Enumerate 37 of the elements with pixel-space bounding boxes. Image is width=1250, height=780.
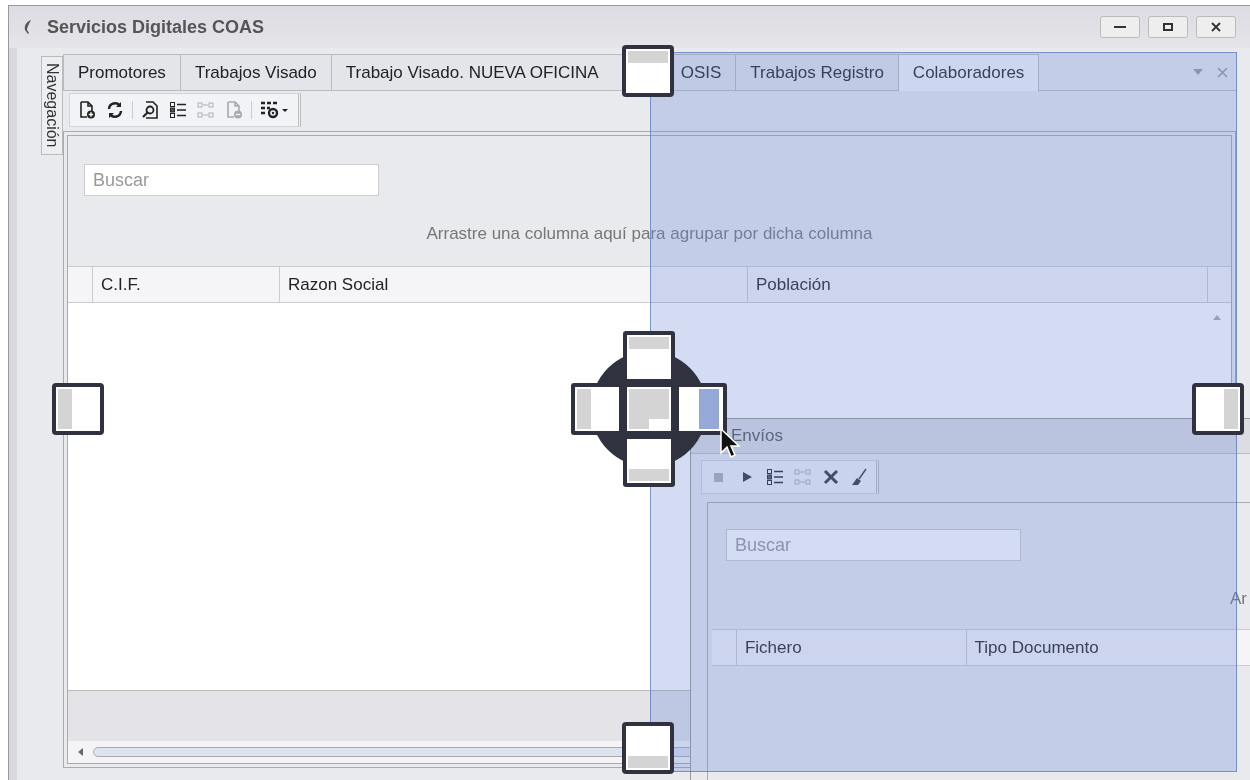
document-tab[interactable]: Promotores	[63, 54, 181, 90]
column-header[interactable]: Razon Social	[280, 267, 748, 302]
dock-right-guide-icon[interactable]	[1192, 383, 1244, 435]
checklist-icon	[169, 101, 187, 119]
dock-bottom-guide-icon[interactable]	[622, 722, 674, 774]
document-tab[interactable]: Colaboradores	[897, 54, 1040, 91]
column-header[interactable]: Tipo Documento	[966, 630, 1250, 665]
maximize-icon	[1162, 21, 1174, 33]
column-header[interactable]: C.I.F.	[93, 267, 280, 302]
search-field[interactable]: Buscar	[726, 529, 1021, 561]
dock-top-guide-icon[interactable]	[622, 45, 674, 97]
column-header[interactable]: Población	[748, 267, 1208, 302]
delete-icon	[822, 468, 840, 486]
dock-left-guide-icon[interactable]	[52, 383, 104, 435]
refresh-icon	[106, 101, 124, 119]
window-title: Servicios Digitales COAS	[47, 16, 265, 38]
search-field[interactable]: Buscar	[84, 164, 379, 196]
broom-icon	[850, 468, 868, 486]
minimize-button[interactable]	[1100, 16, 1140, 38]
transfer-icon	[197, 101, 215, 119]
close-button[interactable]	[1196, 16, 1236, 38]
grid-gear-icon	[260, 101, 290, 119]
checklist-icon	[766, 468, 784, 486]
minimize-icon	[1114, 26, 1126, 28]
find-document-icon	[141, 101, 159, 119]
toolbar-button[interactable]	[764, 466, 786, 488]
remove-document-icon	[225, 101, 243, 119]
new-document-icon	[78, 101, 96, 119]
toolbar-button[interactable]	[167, 99, 189, 121]
navigation-tab[interactable]: Navegación	[41, 56, 63, 155]
panel-title: Envíos	[731, 426, 783, 446]
document-tab[interactable]: Trabajos Visado	[179, 54, 332, 90]
close-icon	[1210, 21, 1222, 33]
dock-compass-icon[interactable]	[569, 329, 729, 489]
maximize-button[interactable]	[1148, 16, 1188, 38]
scroll-left-icon[interactable]	[78, 748, 83, 756]
column-header[interactable]: Fichero	[736, 630, 967, 665]
